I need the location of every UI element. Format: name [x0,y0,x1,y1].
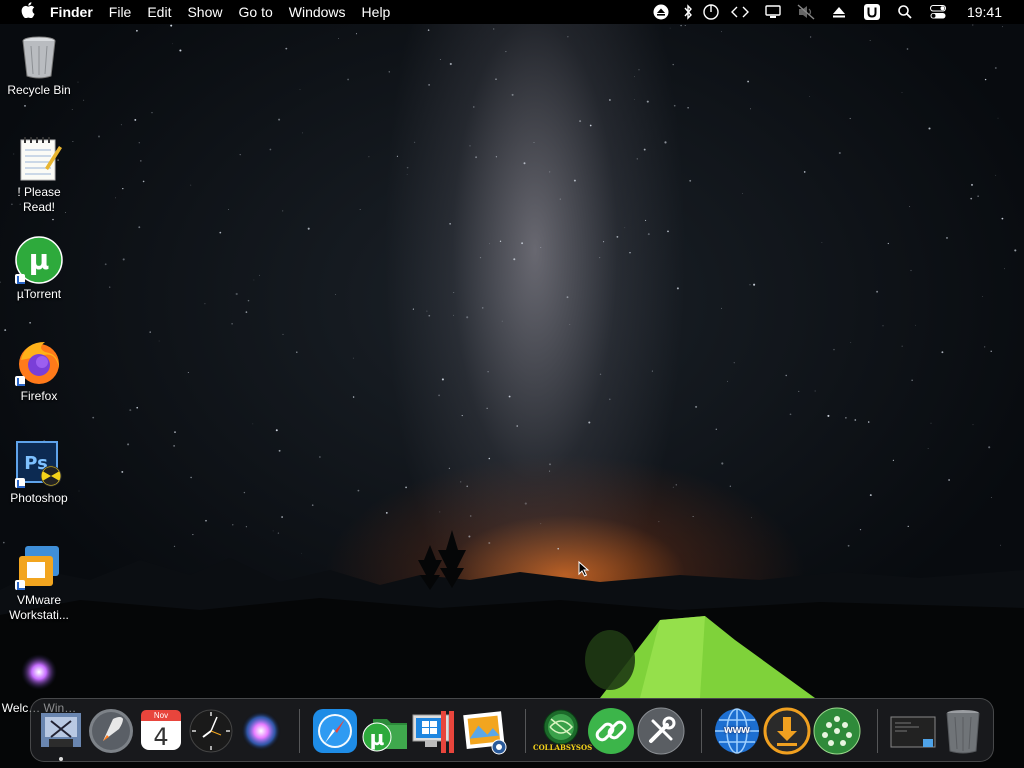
vmware-icon [15,542,63,590]
search-icon[interactable] [889,0,922,24]
status-area: 19:41 [645,0,1024,24]
calendar-icon[interactable]: Nov 4 [137,707,185,755]
shortcut-arrow-icon [15,580,25,590]
menu-edit[interactable]: Edit [139,0,179,24]
screenshot-icon[interactable] [889,707,937,755]
svg-text:µ: µ [29,243,50,276]
dock-separator [299,709,300,753]
menu-file[interactable]: File [101,0,140,24]
utorrent-icon: µ [15,236,63,284]
desktop-icon-firefox[interactable]: Firefox [0,338,78,404]
desktop-icon-label: VMware Workstati... [9,593,69,622]
menu-show[interactable]: Show [179,0,230,24]
utorrent-folder-icon[interactable]: µ [361,707,409,755]
dock-separator [701,709,702,753]
desktop-icon-label: Firefox [20,389,58,403]
dock-separator [877,709,878,753]
starfield [0,24,1017,554]
link-icon[interactable] [587,707,635,755]
desktop-icon-label: ! Please Read! [17,185,61,214]
display-icon[interactable] [757,0,790,24]
download-icon[interactable] [763,707,811,755]
calendar-day: 4 [153,723,169,751]
desktop-icon-label: Recycle Bin [7,83,71,97]
notepad-icon [15,134,63,182]
bluetooth-icon[interactable] [678,0,698,24]
control-center-icon[interactable] [922,0,955,24]
www-globe-icon[interactable]: www [713,707,761,755]
menu-windows[interactable]: Windows [281,0,354,24]
shortcut-arrow-icon [15,274,25,284]
www-label: www [724,724,750,736]
power-icon[interactable] [698,0,724,24]
code-icon[interactable] [724,0,757,24]
photo-viewer-icon[interactable] [461,707,509,755]
collabs-icon[interactable]: COLLABSYSOS [533,707,592,755]
recycle-bin-icon [15,32,63,80]
desktop-icon-label: Photoshop [10,491,68,505]
shortcut-arrow-icon [15,376,25,386]
desktop-icon-recycle-bin[interactable]: Recycle Bin [0,32,78,98]
collabs-label: COLLABSYSOS [533,743,593,752]
menubar-clock[interactable]: 19:41 [955,0,1024,24]
running-indicator [59,757,63,761]
desktop-icon-utorrent[interactable]: µ µTorrent [0,236,78,302]
desktop-wallpaper [0,0,1024,768]
network-icon[interactable] [813,707,861,755]
launchpad-icon[interactable] [87,707,135,755]
apple-menu-icon[interactable] [0,1,40,23]
siri-icon [15,650,63,698]
u-app-icon[interactable] [856,0,889,24]
menu-help[interactable]: Help [354,0,399,24]
safari-icon[interactable] [311,707,359,755]
firefox-icon [15,338,63,386]
parallels-icon[interactable] [411,707,459,755]
dock-separator [525,709,526,753]
finder-preview-icon[interactable] [37,707,85,755]
muted-speaker-icon[interactable] [790,0,823,24]
eject-icon[interactable] [645,0,678,24]
trash-icon[interactable] [939,707,987,755]
clock-icon[interactable] [187,707,235,755]
shortcut-arrow-icon [15,478,25,488]
menu-bar: Finder File Edit Show Go to Windows Help [0,0,1024,24]
calendar-month: Nov [153,711,169,720]
svg-text:µ: µ [370,726,385,750]
dock: Nov 4 µ COLLABSYSOS www [30,698,994,762]
desktop-icon-please-read[interactable]: ! Please Read! [0,134,78,215]
photoshop-icon: Ps [15,440,63,488]
menu-finder[interactable]: Finder [40,0,101,24]
menu-go-to[interactable]: Go to [231,0,281,24]
desktop-icon-label: µTorrent [16,287,62,301]
desktop-icon-photoshop[interactable]: Ps Photoshop [0,440,78,506]
siri-icon[interactable] [237,707,285,755]
tools-icon[interactable] [637,707,685,755]
desktop-icon-vmware[interactable]: VMware Workstati... [0,542,78,623]
mouse-cursor-icon [578,561,590,577]
eject-triangle-icon[interactable] [823,0,856,24]
